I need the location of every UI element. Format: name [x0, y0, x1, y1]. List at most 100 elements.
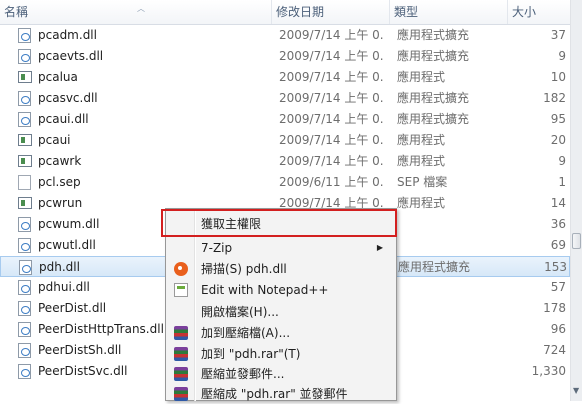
menu-item-2[interactable]: 掃描(S) pdh.dll [168, 259, 395, 279]
menu-item-label: 壓縮成 "pdh.rar" 並發郵件 [201, 387, 348, 401]
file-type: 應用程式擴充 [397, 49, 470, 63]
dll-file-icon [18, 217, 31, 232]
file-type: 應用程式 [397, 133, 446, 147]
file-name: pcwrun [38, 196, 83, 210]
file-size: 96 [550, 322, 566, 336]
menu-item-1[interactable]: 7-Zip ▶ [168, 238, 395, 258]
column-header-size-label: 大小 [512, 5, 537, 19]
file-row[interactable]: pcawrk 2009/7/14 上午 0... 應用程式 9 [0, 151, 570, 172]
column-header-size[interactable]: 大小 [508, 0, 570, 24]
file-name: pcasvc.dll [38, 91, 98, 105]
dll-file-icon [18, 49, 31, 64]
file-name: pcawrk [38, 154, 82, 168]
executable-icon [18, 197, 32, 209]
dll-file-icon [18, 91, 31, 106]
winrar-icon [174, 367, 188, 381]
dll-file-icon [18, 28, 31, 43]
menu-item-8[interactable]: 壓縮成 "pdh.rar" 並發郵件 [168, 384, 395, 404]
file-size: 57 [550, 280, 566, 294]
menu-item-label: 7-Zip [201, 241, 233, 255]
dll-file-icon [18, 280, 31, 295]
file-name: PeerDistHttpTrans.dll [38, 322, 164, 336]
dll-file-icon [18, 343, 31, 358]
file-type: 應用程式 [397, 70, 446, 84]
scan-icon [174, 262, 188, 276]
file-row[interactable]: pcaui.dll 2009/7/14 上午 0... 應用程式擴充 95 [0, 109, 570, 130]
file-name: pcadm.dll [38, 28, 97, 42]
file-size: 20 [550, 133, 566, 147]
file-date: 2009/7/14 上午 0... [279, 133, 384, 147]
winrar-icon [174, 326, 188, 340]
menu-item-7[interactable]: 壓縮並發郵件... [168, 364, 395, 384]
column-header-name-label: 名稱 [4, 5, 29, 19]
sort-ascending-icon: ︿ [137, 4, 145, 13]
column-header-date-label: 修改日期 [276, 5, 325, 19]
file-name: pcaevts.dll [38, 49, 104, 63]
dll-file-icon [18, 238, 31, 253]
file-date: 2009/7/14 上午 0... [279, 49, 384, 63]
file-size: 14 [550, 196, 566, 210]
file-name: PeerDistSvc.dll [38, 364, 128, 378]
file-name: pcwutl.dll [38, 238, 96, 252]
document-icon [18, 175, 31, 190]
file-name: pcalua [38, 70, 78, 84]
dll-file-icon [18, 322, 31, 337]
file-type: 應用程式擴充 [398, 260, 471, 274]
file-date: 2009/7/14 上午 0... [279, 28, 384, 42]
file-row[interactable]: pcalua 2009/7/14 上午 0... 應用程式 10 [0, 67, 570, 88]
dll-file-icon [18, 301, 31, 316]
executable-icon [18, 134, 32, 146]
file-date: 2009/6/11 上午 0... [279, 175, 384, 189]
column-header-name[interactable]: 名稱 ︿ [0, 0, 272, 24]
menu-item-label: Edit with Notepad++ [201, 283, 329, 297]
highlight-box [161, 209, 397, 237]
column-header-type-label: 類型 [394, 5, 419, 19]
menu-item-label: 加到 "pdh.rar"(T) [201, 347, 301, 361]
file-size: 1 [558, 175, 566, 189]
file-size: 9 [558, 49, 566, 63]
file-name: PeerDist.dll [38, 301, 107, 315]
file-size: 36 [550, 217, 566, 231]
executable-icon [18, 155, 32, 167]
executable-icon [18, 71, 32, 83]
file-name: PeerDistSh.dll [38, 343, 122, 357]
menu-item-3[interactable]: Edit with Notepad++ [168, 280, 395, 300]
file-name: pcwum.dll [38, 217, 100, 231]
dll-file-icon [18, 112, 31, 127]
menu-item-5[interactable]: 加到壓縮檔(A)... [168, 323, 395, 343]
file-size: 724 [543, 343, 566, 357]
menu-item-label: 壓縮並發郵件... [201, 367, 285, 381]
file-row[interactable]: pcasvc.dll 2009/7/14 上午 0... 應用程式擴充 182 [0, 88, 570, 109]
vertical-scrollbar[interactable]: ▼ [570, 0, 582, 401]
file-date: 2009/7/14 上午 0... [279, 112, 384, 126]
file-name: pcaui.dll [38, 112, 89, 126]
file-row[interactable]: pcl.sep 2009/6/11 上午 0... SEP 檔案 1 [0, 172, 570, 193]
dll-file-icon [19, 260, 32, 275]
file-type: 應用程式 [397, 154, 446, 168]
winrar-icon [174, 387, 188, 401]
file-size: 9 [558, 154, 566, 168]
file-row[interactable]: pcaevts.dll 2009/7/14 上午 0... 應用程式擴充 9 [0, 46, 570, 67]
menu-item-6[interactable]: 加到 "pdh.rar"(T) [168, 344, 395, 364]
column-header-date[interactable]: 修改日期 [272, 0, 390, 24]
file-size: 1,330 [531, 364, 566, 378]
file-date: 2009/7/14 上午 0... [279, 154, 384, 168]
file-name: pcl.sep [38, 175, 81, 189]
scrollbar-thumb[interactable] [572, 233, 581, 249]
menu-item-4[interactable]: 開啟檔案(H)... [168, 302, 395, 322]
file-row[interactable]: pcadm.dll 2009/7/14 上午 0... 應用程式擴充 37 [0, 25, 570, 46]
file-size: 69 [550, 238, 566, 252]
file-type: SEP 檔案 [397, 175, 448, 189]
file-date: 2009/7/14 上午 0... [279, 91, 384, 105]
file-name: pcaui [38, 133, 71, 147]
scroll-down-arrow-icon[interactable]: ▼ [573, 386, 579, 396]
file-size: 95 [550, 112, 566, 126]
winrar-icon [174, 347, 188, 361]
file-row[interactable]: pcaui 2009/7/14 上午 0... 應用程式 20 [0, 130, 570, 151]
file-size: 10 [550, 70, 566, 84]
file-type: 應用程式擴充 [397, 28, 470, 42]
menu-item-label: 加到壓縮檔(A)... [201, 326, 291, 340]
file-type: 應用程式擴充 [397, 91, 470, 105]
column-header-type[interactable]: 類型 [390, 0, 508, 24]
file-name: pdhui.dll [38, 280, 90, 294]
